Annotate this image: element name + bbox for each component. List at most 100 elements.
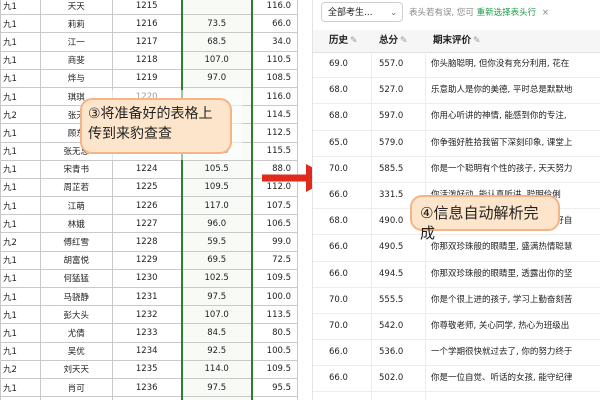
candidate-filter-select[interactable]: 全部考生... ⌄ (321, 2, 403, 22)
spreadsheet-cell[interactable]: 吴优 (39, 341, 113, 361)
spreadsheet-cell[interactable]: 何猛猛 (39, 268, 113, 289)
reselect-header-link[interactable]: 重新选择表头行 (477, 8, 537, 18)
spreadsheet-cell[interactable]: 1215 (111, 0, 183, 16)
spreadsheet-cell[interactable]: 1233 (111, 323, 183, 343)
spreadsheet-cell[interactable]: 林娥 (39, 214, 113, 234)
spreadsheet-cell[interactable]: 73.5 (180, 14, 253, 34)
table-row[interactable]: 70.0 555.5 你是个很上进的孩子, 学习上勤奋刻苦 (313, 288, 600, 314)
spreadsheet-cell[interactable]: 80.5 (250, 323, 298, 343)
spreadsheet-cell[interactable]: 1218 (111, 50, 183, 70)
spreadsheet-cell[interactable]: 109.5 (250, 359, 298, 379)
spreadsheet-cell[interactable]: 烨与 (39, 68, 113, 88)
table-row[interactable]: 65.0 579.0 你争强好胜拾我留下深刻印象, 课堂上 (313, 131, 600, 157)
spreadsheet-cell[interactable]: 九1 (0, 68, 41, 88)
spreadsheet-cell[interactable]: 108.5 (250, 68, 298, 88)
spreadsheet-cell[interactable]: 九1 (0, 177, 41, 198)
spreadsheet-cell[interactable]: 宋青书 (39, 159, 113, 179)
spreadsheet-cell[interactable]: 100.0 (250, 286, 298, 307)
spreadsheet-cell[interactable]: 九1 (0, 341, 41, 361)
spreadsheet-cell[interactable]: 84.5 (180, 323, 253, 343)
spreadsheet-cell[interactable]: 66.0 (250, 14, 298, 34)
spreadsheet-cell[interactable]: 92.5 (180, 341, 253, 361)
edit-icon[interactable]: ✎ (400, 36, 408, 46)
spreadsheet-cell[interactable]: 107.5 (250, 196, 298, 216)
spreadsheet-cell[interactable]: 116.0 (250, 86, 298, 107)
spreadsheet-cell[interactable]: 114.5 (250, 105, 298, 125)
spreadsheet-cell[interactable]: 1227 (111, 214, 183, 234)
spreadsheet-cell[interactable]: 107.0 (180, 50, 253, 70)
column-header-total[interactable]: 总分 ✎ (379, 30, 408, 52)
table-row[interactable]: 70.0 585.5 你是一个聪明有个性的孩子, 天天努力 (313, 157, 600, 183)
spreadsheet-cell[interactable]: 99.0 (250, 232, 298, 252)
spreadsheet-cell[interactable]: 九2 (0, 359, 41, 379)
spreadsheet-cell[interactable]: 九1 (0, 196, 41, 216)
table-row[interactable]: 66.0 490.5 你那双珍珠般的眼睛里, 盛满热情聪慧 (313, 235, 600, 262)
spreadsheet-cell[interactable] (180, 0, 253, 16)
spreadsheet-cell[interactable]: 59.5 (180, 232, 253, 252)
spreadsheet-cell[interactable]: 九2 (0, 105, 41, 125)
spreadsheet-cell[interactable]: 34.0 (250, 32, 298, 52)
spreadsheet-cell[interactable]: 107.0 (180, 305, 253, 325)
spreadsheet-cell[interactable]: 胡富悦 (39, 250, 113, 270)
spreadsheet-cell[interactable]: 1229 (111, 250, 183, 270)
spreadsheet-cell[interactable]: 江一 (39, 32, 113, 52)
close-icon[interactable]: × (542, 8, 549, 18)
spreadsheet-cell[interactable]: 102.5 (180, 268, 253, 289)
spreadsheet-cell[interactable]: 傅红雪 (39, 232, 113, 252)
spreadsheet-cell[interactable]: 九1 (0, 123, 41, 143)
spreadsheet-cell[interactable]: 九1 (0, 14, 41, 34)
spreadsheet-cell[interactable]: 71.5 (180, 396, 253, 400)
column-header-evaluation[interactable]: 期末评价 ✎ (433, 30, 481, 52)
spreadsheet-cell[interactable]: 九2 (0, 396, 41, 400)
spreadsheet-cell[interactable]: 1217 (111, 32, 183, 52)
spreadsheet-cell[interactable]: 九1 (0, 250, 41, 270)
table-row[interactable]: 68.0 597.0 你用心听讲的神情, 能感到你的专注, (313, 104, 600, 131)
table-row[interactable]: 66.0 536.0 一个学期很快就过去了, 你的努力终于 (313, 340, 600, 367)
spreadsheet-cell[interactable]: 九1 (0, 32, 41, 52)
spreadsheet-cell[interactable]: 彭大头 (39, 305, 113, 325)
spreadsheet-cell[interactable]: 113.5 (250, 305, 298, 325)
spreadsheet-cell[interactable]: 马骁静 (39, 286, 113, 307)
spreadsheet-cell[interactable]: 115.5 (250, 141, 298, 161)
spreadsheet-cell[interactable]: 96.0 (180, 214, 253, 234)
spreadsheet-cell[interactable]: 1225 (111, 177, 183, 198)
spreadsheet-cell[interactable]: 尤倩 (39, 323, 113, 343)
spreadsheet-cell[interactable]: 95.5 (250, 377, 298, 398)
spreadsheet-cell[interactable]: 九1 (0, 268, 41, 289)
spreadsheet-cell[interactable]: 109.5 (250, 268, 298, 289)
spreadsheet-cell[interactable]: 97.5 (180, 377, 253, 398)
edit-icon[interactable]: ✎ (473, 36, 481, 46)
spreadsheet-cell[interactable]: 1230 (111, 268, 183, 289)
spreadsheet-cell[interactable]: 九1 (0, 305, 41, 325)
spreadsheet-cell[interactable]: 江萌 (39, 196, 113, 216)
spreadsheet-cell[interactable]: 九1 (0, 286, 41, 307)
spreadsheet-cell[interactable]: 1228 (111, 232, 183, 252)
spreadsheet-cell[interactable]: 114.0 (180, 359, 253, 379)
spreadsheet-cell[interactable]: 97.5 (180, 286, 253, 307)
spreadsheet-cell[interactable]: 天天 (39, 0, 113, 16)
table-row[interactable]: 69.0 557.0 你头脑聪明, 但你没有充分利用, 花在 (313, 52, 600, 79)
spreadsheet-cell[interactable]: 1216 (111, 14, 183, 34)
spreadsheet-cell[interactable]: 117.0 (180, 196, 253, 216)
spreadsheet-cell[interactable]: 1226 (111, 196, 183, 216)
spreadsheet-cell[interactable]: 110.5 (250, 50, 298, 70)
table-row[interactable]: 66.0 494.5 你那双珍珠般的眼睛里, 透露出你的坚 (313, 262, 600, 288)
table-row[interactable]: 70.0 542.0 你尊敬老师, 关心同学, 热心为班级出 (313, 314, 600, 341)
spreadsheet-cell[interactable]: 97.0 (180, 68, 253, 88)
spreadsheet-cell[interactable]: 105.5 (180, 159, 253, 179)
spreadsheet-cell[interactable]: 商斐 (39, 50, 113, 70)
spreadsheet-cell[interactable]: 68.5 (180, 32, 253, 52)
spreadsheet-cell[interactable]: 86.0 (250, 396, 298, 400)
table-row[interactable]: 68.0 527.0 乐意助人是你的美德, 平时总是默默地 (313, 78, 600, 105)
spreadsheet-cell[interactable]: 1224 (111, 159, 183, 179)
spreadsheet-cell[interactable]: 69.5 (180, 250, 253, 270)
spreadsheet-cell[interactable]: 1234 (111, 341, 183, 361)
spreadsheet-cell[interactable]: 116.0 (250, 0, 298, 16)
spreadsheet-cell[interactable]: 李婷 (39, 396, 113, 400)
spreadsheet-cell[interactable]: 1235 (111, 359, 183, 379)
spreadsheet-cell[interactable]: 112.5 (250, 123, 298, 143)
spreadsheet-cell[interactable]: 72.5 (250, 250, 298, 270)
edit-icon[interactable]: ✎ (350, 36, 358, 46)
spreadsheet-cell[interactable]: 周芷若 (39, 177, 113, 198)
table-row[interactable]: 66.0 502.0 你是一位自觉、听话的女孩, 能守纪律 (313, 366, 600, 393)
